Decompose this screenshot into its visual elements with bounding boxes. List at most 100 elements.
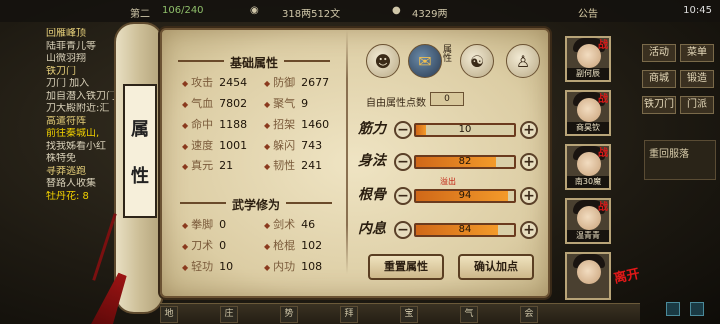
stat-qi-gather: ◆ 聚气 9	[264, 97, 309, 110]
inner-breath-value: 84	[458, 224, 472, 235]
skill-slot[interactable]: 气	[460, 306, 478, 323]
stat-toughness: ◆ 韧性 241	[264, 159, 323, 172]
menu-main-button[interactable]: 菜单	[680, 44, 714, 62]
menu-school-button[interactable]: 门派	[680, 96, 714, 114]
reset-attributes-button[interactable]: 重置属性	[368, 254, 444, 280]
confirm-points-button[interactable]: 确认加点	[458, 254, 534, 280]
stat-lightness: ◆ 轻功 10	[182, 260, 234, 273]
free-points-label: 自由属性点数	[366, 98, 426, 109]
agility-plus-button[interactable]: +	[520, 153, 538, 171]
game-screen: 第二 106/240 ◉ 318两512文 ● 4329两 公告 10:45 回…	[0, 0, 720, 324]
attribute-scroll-icon[interactable]: ✉	[408, 44, 442, 78]
basic-stats-title: 基础属性	[177, 56, 331, 70]
party-member-name: 副何辰	[567, 68, 609, 80]
diamond-icon: ◆	[264, 121, 271, 130]
skill-slot[interactable]: 拜	[340, 306, 358, 323]
attr-inner-breath-label: 内息	[358, 221, 386, 237]
notice-button[interactable]: 公告	[578, 5, 598, 20]
diamond-icon: ◆	[182, 100, 189, 109]
status-left-fragment: 第二	[130, 9, 150, 20]
diamond-icon: ◆	[182, 263, 189, 272]
strength-value: 10	[458, 124, 472, 135]
skill-slot[interactable]: 庄	[220, 306, 238, 323]
stat-sword: ◆ 剑术 46	[264, 218, 316, 231]
party-member-5[interactable]	[565, 252, 611, 300]
constitution-plus-button[interactable]: +	[520, 187, 538, 205]
inner-breath-minus-button[interactable]: −	[394, 221, 412, 239]
skill-slot[interactable]: 势	[280, 306, 298, 323]
scroll-tag-char: 性	[131, 165, 149, 187]
currency-text: 4329两	[412, 9, 448, 20]
stat-dodge: ◆ 躲闪 743	[264, 139, 323, 152]
clock-text: 10:45	[683, 5, 712, 16]
stat-blade: ◆ 刀术 0	[182, 239, 227, 252]
battle-status-tag: 战	[598, 148, 608, 159]
meridian-body-icon[interactable]: ♙	[506, 44, 540, 78]
leave-button[interactable]: 离开	[613, 267, 643, 287]
stat-fist: ◆ 拳脚 0	[182, 218, 227, 231]
diamond-icon: ◆	[182, 162, 189, 171]
taiji-icon[interactable]: ☯	[460, 44, 494, 78]
stat-hp: ◆ 气血 7802	[182, 97, 248, 110]
party-member-name: 温青青	[567, 230, 609, 242]
stat-spear: ◆ 枪棍 102	[264, 239, 323, 252]
skill-slot[interactable]: 会	[520, 306, 538, 323]
diamond-icon: ◆	[182, 121, 189, 130]
inner-breath-plus-button[interactable]: +	[520, 221, 538, 239]
constitution-bar: 94	[414, 189, 516, 203]
diamond-icon: ◆	[182, 221, 189, 230]
menu-activity-button[interactable]: 活动	[642, 44, 676, 62]
stat-true-essence: ◆ 真元 21	[182, 159, 234, 172]
diamond-icon: ◆	[182, 142, 189, 151]
party-member-name: 商昊钦	[567, 122, 609, 134]
battle-status-tag: 战	[598, 202, 608, 213]
free-points-value: 0	[430, 92, 464, 106]
chat-icon[interactable]	[666, 302, 680, 316]
menu-sect-button[interactable]: 铁刀门	[642, 96, 676, 114]
diamond-icon: ◆	[182, 79, 189, 88]
portrait-tab-icon[interactable]: ☻	[366, 44, 400, 78]
inner-breath-bar: 84	[414, 223, 516, 237]
money-text: 318两512文	[282, 9, 341, 20]
stat-attack: ◆ 攻击 2454	[182, 76, 248, 89]
strength-minus-button[interactable]: −	[394, 121, 412, 139]
agility-value: 82	[458, 156, 472, 167]
gold-icon: ●	[392, 5, 401, 16]
strength-plus-button[interactable]: +	[520, 121, 538, 139]
attr-constitution-label: 根骨	[358, 187, 386, 203]
diamond-icon: ◆	[264, 79, 271, 88]
diamond-icon: ◆	[264, 221, 271, 230]
settings-icon[interactable]	[690, 302, 704, 316]
constitution-value: 94	[458, 190, 472, 201]
menu-shop-button[interactable]: 商城	[642, 70, 676, 88]
scroll-tag-char: 属	[131, 118, 149, 140]
scroll-tag: 属 性	[123, 84, 157, 218]
battle-status-tag: 战	[598, 40, 608, 51]
overflow-label: 溢出	[440, 177, 456, 186]
diamond-icon: ◆	[182, 242, 189, 251]
constitution-minus-button[interactable]: −	[394, 187, 412, 205]
side-return-button[interactable]: 重回服落	[644, 140, 716, 180]
stat-accuracy: ◆ 命中 1188	[182, 118, 248, 131]
skill-slot[interactable]: 地	[160, 306, 178, 323]
active-tab-label: 属性	[441, 44, 451, 62]
skill-bar: 地 庄 势 拜 宝 气 会	[160, 303, 640, 324]
skill-slot[interactable]: 宝	[400, 306, 418, 323]
stat-inner-skill: ◆ 内功 108	[264, 260, 323, 273]
diamond-icon: ◆	[264, 263, 271, 272]
agility-minus-button[interactable]: −	[394, 153, 412, 171]
attr-strength-label: 筋力	[358, 121, 386, 137]
diamond-icon: ◆	[264, 162, 271, 171]
diamond-icon: ◆	[264, 142, 271, 151]
stat-speed: ◆ 速度 1001	[182, 139, 248, 152]
panel-divider	[346, 30, 348, 274]
menu-forge-button[interactable]: 锻造	[680, 70, 714, 88]
martial-stats-title: 武学修为	[179, 198, 333, 212]
stat-defense: ◆ 防御 2677	[264, 76, 330, 89]
diamond-icon: ◆	[264, 100, 271, 109]
stat-parry: ◆ 招架 1460	[264, 118, 330, 131]
attr-agility-label: 身法	[358, 153, 386, 169]
party-member-name: 南30魔	[567, 176, 609, 188]
strength-bar: 10	[414, 123, 516, 137]
diamond-icon: ◆	[264, 242, 271, 251]
